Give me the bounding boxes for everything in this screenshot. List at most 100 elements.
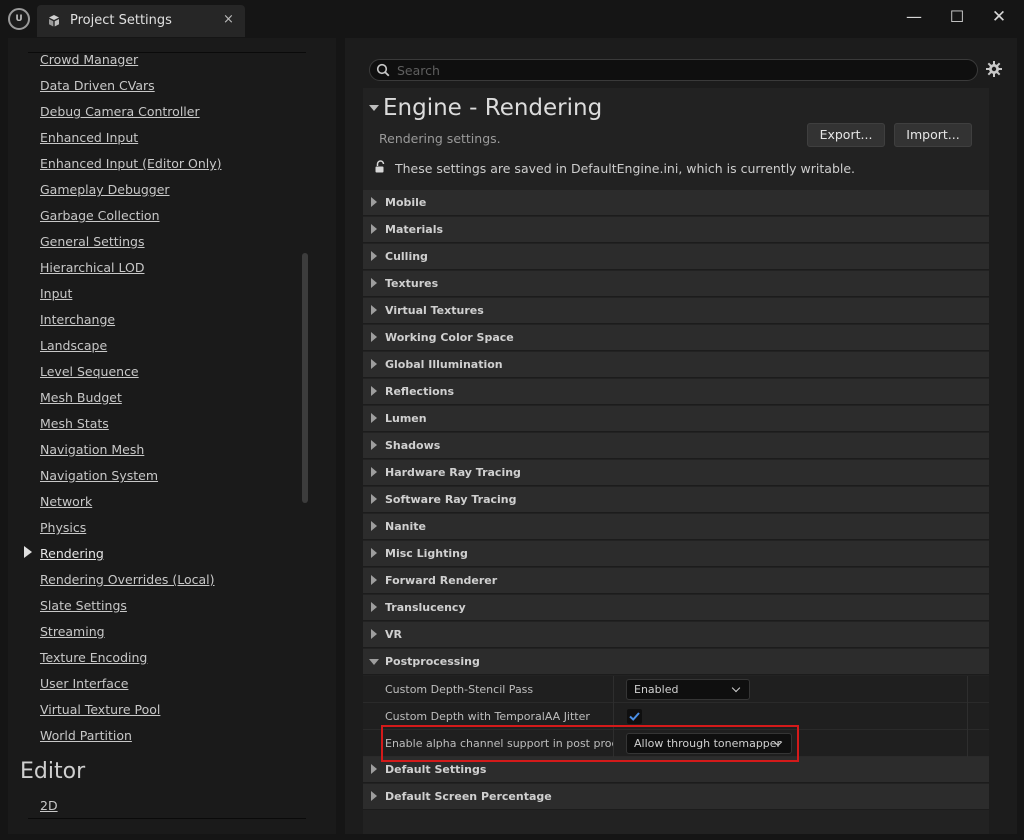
unreal-logo-icon[interactable]: U: [8, 8, 30, 30]
export-button[interactable]: Export...: [807, 123, 885, 147]
search-icon: [376, 63, 390, 77]
minimize-button[interactable]: —: [901, 6, 927, 28]
category-row-materials[interactable]: Materials: [363, 217, 989, 243]
category-label: Culling: [385, 250, 428, 263]
sidebar-item-rendering[interactable]: Rendering: [40, 546, 104, 561]
expand-arrow-icon: [371, 575, 377, 585]
expand-arrow-icon: [371, 602, 377, 612]
expand-arrow-icon: [371, 629, 377, 639]
expand-arrow-icon: [371, 467, 377, 477]
sidebar-item-texture-encoding[interactable]: Texture Encoding: [40, 650, 147, 665]
category-row-nanite[interactable]: Nanite: [363, 514, 989, 540]
category-row-textures[interactable]: Textures: [363, 271, 989, 297]
category-row-postprocessing[interactable]: Postprocessing: [363, 649, 989, 675]
sidebar-item-enhanced-input-editor[interactable]: Enhanced Input (Editor Only): [40, 156, 222, 171]
property-label: Custom Depth-Stencil Pass: [385, 683, 534, 696]
category-row-shadows[interactable]: Shadows: [363, 433, 989, 459]
sidebar-item-landscape[interactable]: Landscape: [40, 338, 107, 353]
window-close-button[interactable]: ✕: [986, 6, 1012, 28]
category-label: Default Screen Percentage: [385, 790, 552, 803]
category-label: Shadows: [385, 439, 441, 452]
settings-content: Engine - Rendering Rendering settings. E…: [363, 88, 989, 834]
category-row-lumen[interactable]: Lumen: [363, 406, 989, 432]
sidebar-item-user-interface[interactable]: User Interface: [40, 676, 128, 691]
highlight-box: [381, 725, 799, 762]
sidebar-divider: [28, 818, 306, 819]
sidebar-item-virtual-texture-pool[interactable]: Virtual Texture Pool: [40, 702, 160, 717]
category-label: Textures: [385, 277, 439, 290]
expand-arrow-icon: [371, 305, 377, 315]
sidebar-item-world-partition[interactable]: World Partition: [40, 728, 132, 743]
category-row-working-color-space[interactable]: Working Color Space: [363, 325, 989, 351]
tab-title: Project Settings: [70, 13, 172, 28]
sidebar-item-network[interactable]: Network: [40, 494, 92, 509]
config-save-note: These settings are saved in DefaultEngin…: [395, 161, 856, 176]
category-row-misc-lighting[interactable]: Misc Lighting: [363, 541, 989, 567]
category-row-software-ray-tracing[interactable]: Software Ray Tracing: [363, 487, 989, 513]
tab-project-settings[interactable]: Project Settings ×: [37, 5, 245, 37]
column-divider: [967, 703, 968, 730]
sidebar-item-enhanced-input[interactable]: Enhanced Input: [40, 130, 138, 145]
property-label: Custom Depth with TemporalAA Jitter: [385, 710, 590, 723]
category-row-hardware-ray-tracing[interactable]: Hardware Ray Tracing: [363, 460, 989, 486]
maximize-button[interactable]: ☐: [944, 6, 970, 28]
category-row-forward-renderer[interactable]: Forward Renderer: [363, 568, 989, 594]
gear-icon[interactable]: [985, 60, 1003, 78]
sidebar-item-navigation-mesh[interactable]: Navigation Mesh: [40, 442, 144, 457]
property-row-custom-depth: Custom Depth-Stencil Pass Enabled: [363, 676, 989, 703]
sidebar-item-streaming[interactable]: Streaming: [40, 624, 105, 639]
expand-arrow-icon: [371, 359, 377, 369]
search-box[interactable]: [369, 59, 978, 81]
sidebar-item-level-sequence[interactable]: Level Sequence: [40, 364, 139, 379]
sidebar-item-physics[interactable]: Physics: [40, 520, 86, 535]
custom-depth-dropdown[interactable]: Enabled: [626, 679, 750, 700]
expand-arrow-icon: [371, 251, 377, 261]
sidebar-item-general-settings[interactable]: General Settings: [40, 234, 145, 249]
category-row-translucency[interactable]: Translucency: [363, 595, 989, 621]
sidebar-item-2d[interactable]: 2D: [40, 798, 58, 813]
column-divider: [613, 676, 614, 703]
sidebar-item-input[interactable]: Input: [40, 286, 72, 301]
search-input[interactable]: [397, 62, 957, 78]
category-label: Nanite: [385, 520, 426, 533]
expand-arrow-icon: [371, 197, 377, 207]
category-row-global-illumination[interactable]: Global Illumination: [363, 352, 989, 378]
sidebar-item-debug-camera-controller[interactable]: Debug Camera Controller: [40, 104, 200, 119]
sidebar-item-hierarchical-lod[interactable]: Hierarchical LOD: [40, 260, 144, 275]
tab-close-icon[interactable]: ×: [223, 12, 234, 27]
category-row-culling[interactable]: Culling: [363, 244, 989, 270]
collapse-arrow-icon[interactable]: [369, 105, 379, 111]
category-label: Misc Lighting: [385, 547, 468, 560]
category-row-vr[interactable]: VR: [363, 622, 989, 648]
expand-arrow-icon: [371, 413, 377, 423]
category-row-mobile[interactable]: Mobile: [363, 190, 989, 216]
sidebar-item-mesh-stats[interactable]: Mesh Stats: [40, 416, 109, 431]
import-button[interactable]: Import...: [894, 123, 972, 147]
dropdown-value: Enabled: [634, 683, 679, 696]
sidebar-scrollbar[interactable]: [302, 253, 308, 503]
unlocked-icon: [375, 160, 385, 173]
expand-arrow-icon: [371, 494, 377, 504]
category-row-virtual-textures[interactable]: Virtual Textures: [363, 298, 989, 324]
active-item-arrow-icon: [24, 546, 32, 558]
category-row-reflections[interactable]: Reflections: [363, 379, 989, 405]
expand-arrow-icon: [371, 224, 377, 234]
category-row-default-screen-percentage[interactable]: Default Screen Percentage: [363, 784, 989, 810]
category-label: Forward Renderer: [385, 574, 498, 587]
expand-arrow-icon: [371, 764, 377, 774]
taa-jitter-checkbox[interactable]: [627, 709, 642, 724]
sidebar-item-rendering-overrides[interactable]: Rendering Overrides (Local): [40, 572, 215, 587]
sidebar-item-slate-settings[interactable]: Slate Settings: [40, 598, 127, 613]
sidebar-item-mesh-budget[interactable]: Mesh Budget: [40, 390, 122, 405]
sidebar-item-gameplay-debugger[interactable]: Gameplay Debugger: [40, 182, 170, 197]
category-label: Mobile: [385, 196, 427, 209]
category-label: Software Ray Tracing: [385, 493, 517, 506]
title-bar: U Project Settings × — ☐ ✕: [0, 0, 1024, 38]
sidebar-item-garbage-collection[interactable]: Garbage Collection: [40, 208, 160, 223]
category-label: Materials: [385, 223, 444, 236]
category-label: Working Color Space: [385, 331, 514, 344]
sidebar-item-interchange[interactable]: Interchange: [40, 312, 115, 327]
sidebar-item-data-driven-cvars[interactable]: Data Driven CVars: [40, 78, 155, 93]
sidebar-item-navigation-system[interactable]: Navigation System: [40, 468, 158, 483]
sidebar-item-crowd-manager[interactable]: Crowd Manager: [40, 52, 138, 67]
